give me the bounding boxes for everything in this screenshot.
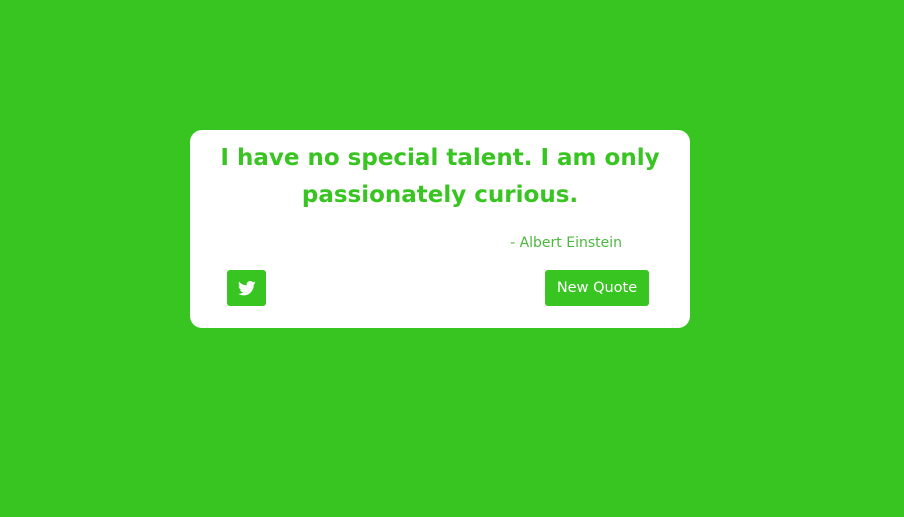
page-background: I have no special talent. I am only pass… bbox=[0, 0, 904, 517]
quote-box: I have no special talent. I am only pass… bbox=[190, 130, 690, 328]
new-quote-button[interactable]: New Quote bbox=[545, 270, 649, 306]
twitter-icon bbox=[237, 280, 256, 295]
tweet-quote-button[interactable] bbox=[227, 270, 266, 306]
quote-text: I have no special talent. I am only pass… bbox=[220, 145, 660, 208]
quote-author: - Albert Einstein bbox=[510, 235, 622, 251]
